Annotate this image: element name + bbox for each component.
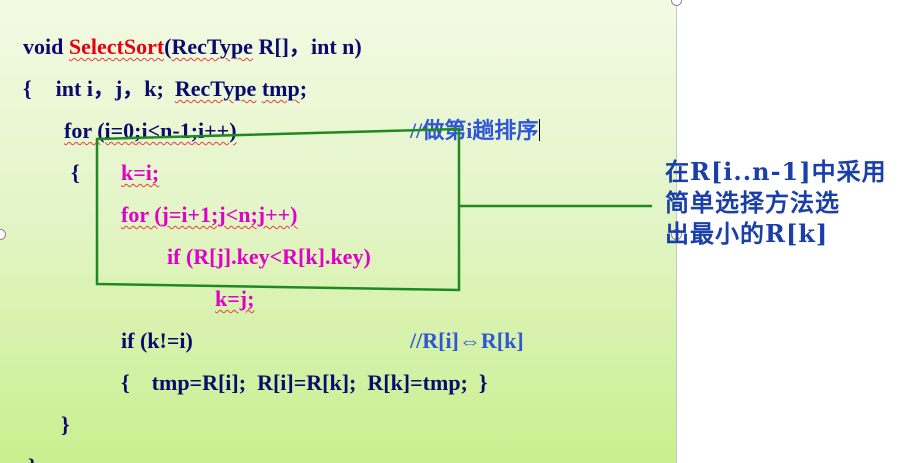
annotation-line-2: 简单选择方法选 [665,188,840,217]
annotation-line-1: 在R[i..n-1]中采用 [665,157,887,186]
annotation-line-3: 出最小的R[k] [665,219,829,248]
annotation-box: 在R[i..n-1]中采用 简单选择方法选 出最小的R[k] [665,156,900,249]
selection-box [95,127,461,292]
